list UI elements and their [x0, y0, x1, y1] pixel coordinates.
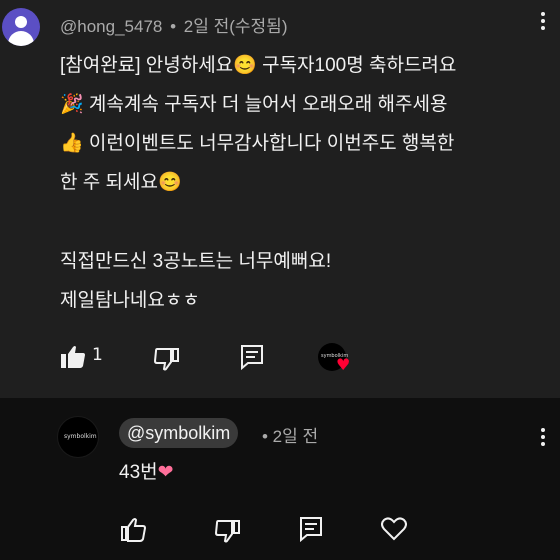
pink-heart-emoji: ❤	[157, 462, 174, 483]
comment-time: 2일 전(수정됨)	[183, 17, 288, 36]
avatar-head-shape	[15, 16, 27, 28]
comment-line: 👍 이런이벤트도 너무감사합니다 이번주도 행복한	[60, 133, 455, 154]
like-icon[interactable]	[60, 345, 86, 369]
author-handle[interactable]: @hong_5478	[60, 17, 162, 36]
reply-card: symbolkim @symbolkim • 2일 전 43번❤	[0, 398, 560, 560]
comment-line: 직접만드신 3공노트는 너무예뻐요!	[60, 251, 332, 272]
creator-heart-badge: symbolkim ♥	[318, 343, 350, 373]
comment-line: 🎉 계속계속 구독자 더 늘어서 오래오래 해주세용	[60, 94, 448, 115]
comment-text: [참여완료] 안녕하세요😊 구독자100명 축하드려요 🎉 계속계속 구독자 더…	[60, 46, 555, 320]
comment-card: @hong_5478 • 2일 전(수정됨) [참여완료] 안녕하세요😊 구독자…	[0, 0, 560, 398]
reply-avatar-text: symbolkim	[64, 433, 97, 440]
reply-text-content: 43번	[119, 462, 158, 483]
meta-separator: •	[170, 17, 177, 36]
reply-more-options-icon[interactable]	[538, 426, 548, 450]
reply-author-avatar[interactable]: symbolkim	[57, 416, 99, 458]
reply-reply-icon[interactable]	[299, 516, 323, 542]
heart-outline-icon[interactable]	[381, 517, 407, 541]
like-count: 1	[92, 345, 103, 365]
comment-blank-line	[60, 202, 555, 242]
reply-like-icon[interactable]	[120, 518, 146, 542]
heart-icon: ♥	[336, 355, 351, 374]
comment-line: 제일탐나네요ㅎㅎ	[60, 290, 200, 311]
author-avatar[interactable]	[2, 8, 40, 46]
dislike-icon[interactable]	[154, 347, 180, 371]
avatar-body-shape	[8, 31, 34, 46]
reply-icon[interactable]	[240, 344, 264, 370]
reply-author-handle[interactable]: @symbolkim	[119, 418, 239, 448]
comment-line: 한 주 되세요😊	[60, 172, 182, 193]
comment-meta: @hong_5478 • 2일 전(수정됨)	[60, 12, 287, 37]
more-options-icon[interactable]	[538, 10, 548, 34]
comment-line: [참여완료] 안녕하세요😊 구독자100명 축하드려요	[60, 55, 457, 76]
reply-text: 43번❤	[119, 460, 174, 486]
reply-dislike-icon[interactable]	[215, 519, 241, 543]
reply-time: • 2일 전	[262, 427, 319, 446]
